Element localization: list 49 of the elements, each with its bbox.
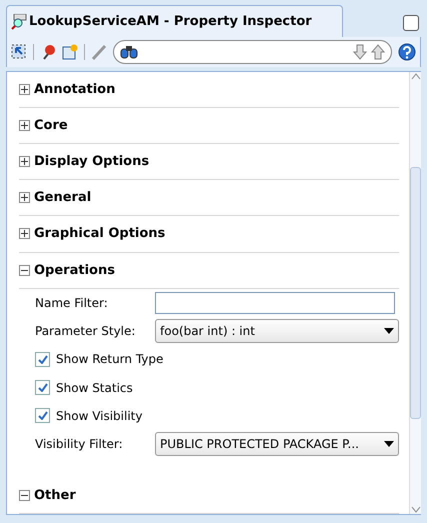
scroll-down-icon[interactable] <box>410 506 420 514</box>
checkbox[interactable] <box>35 408 50 424</box>
section-title: Display Options <box>34 154 150 170</box>
section-header[interactable]: Display Options <box>19 144 399 180</box>
dropdown[interactable]: PUBLIC PROTECTED PACKAGE P... <box>155 432 399 456</box>
checkbox-label: Show Visibility <box>56 408 142 423</box>
section-header[interactable]: Operations <box>19 252 399 289</box>
section-header[interactable]: Annotation <box>19 72 399 108</box>
caret-icon <box>384 328 394 334</box>
section-title: Annotation <box>34 82 116 98</box>
scrollbar-thumb[interactable] <box>410 167 421 419</box>
section-title: General <box>34 190 92 206</box>
help-icon[interactable] <box>398 43 416 61</box>
plus-icon <box>19 84 30 96</box>
plus-icon <box>19 228 30 240</box>
minus-icon <box>19 490 30 501</box>
plus-icon <box>19 156 30 168</box>
binoculars-icon <box>120 45 138 59</box>
plus-icon <box>19 192 30 204</box>
section-title: Operations <box>34 262 115 278</box>
plus-icon <box>19 120 30 132</box>
up-arrow-icon[interactable] <box>371 44 385 60</box>
field-label: Name Filter: <box>35 296 109 310</box>
field-label: Parameter Style: <box>35 324 136 338</box>
section-header[interactable]: Core <box>19 108 399 144</box>
name-filter-field[interactable] <box>155 292 395 314</box>
edit-icon[interactable] <box>62 44 78 60</box>
caret-icon <box>384 441 394 448</box>
dropdown[interactable]: foo(bar int) : int <box>155 319 399 344</box>
section-title: Other <box>34 488 76 503</box>
section-title: Graphical Options <box>34 226 166 242</box>
checkbox-label: Show Statics <box>56 380 133 395</box>
checkbox[interactable] <box>35 380 50 396</box>
select-icon[interactable] <box>11 44 27 60</box>
scroll-up-icon[interactable] <box>410 72 420 80</box>
minus-icon <box>19 264 30 276</box>
section-header[interactable]: Graphical Options <box>19 216 399 253</box>
checkbox[interactable] <box>35 352 50 367</box>
down-arrow-icon[interactable] <box>353 44 367 60</box>
window-title: LookupServiceAM - Property Inspector <box>29 14 312 29</box>
section-title: Core <box>34 118 68 134</box>
search-field[interactable] <box>113 40 392 64</box>
field-label: Visibility Filter: <box>35 437 124 452</box>
section-header[interactable]: Other <box>19 478 399 514</box>
window-tab[interactable]: LookupServiceAM - Property Inspector <box>6 5 343 37</box>
section-header[interactable]: General <box>19 180 399 216</box>
minimize-button[interactable] <box>403 15 419 31</box>
magnifier-icon[interactable] <box>11 14 27 30</box>
checkbox-label: Show Return Type <box>56 352 164 366</box>
